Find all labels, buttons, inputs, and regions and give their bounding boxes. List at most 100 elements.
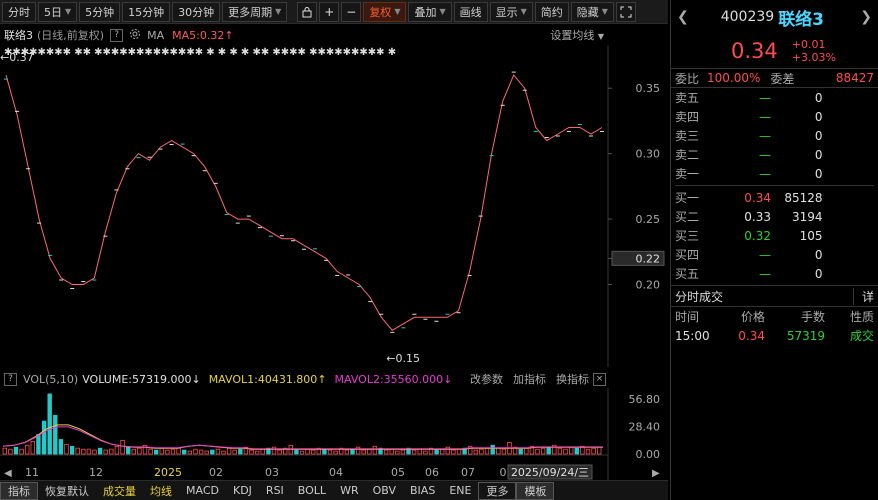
chevron-right-icon[interactable]: ❯ [860, 9, 872, 25]
tab-volume[interactable]: 成交量 [96, 482, 143, 500]
tick-price: 0.34 [738, 328, 765, 343]
tab-obv[interactable]: OBV [366, 482, 403, 500]
bid-level: 买四 [675, 248, 700, 262]
col-nature: 性质 [849, 310, 874, 324]
volume-bar [215, 448, 221, 455]
price-chart[interactable]: 0.35 0.30 0.25 0.22 0.20 ✱✱✱✱✱✱✱✱ ✱✱ ✱✱✱✱✱✱✱✱… [0, 45, 668, 367]
tab-indicator[interactable]: 指标 [0, 481, 38, 500]
x-axis-tick: 0 [500, 466, 507, 479]
period-tab-5min[interactable]: 5分钟 [79, 1, 121, 22]
gear-icon[interactable] [129, 28, 141, 43]
scroll-right-icon[interactable]: ▶ [652, 468, 660, 479]
volume-bar [249, 449, 254, 455]
ask-row: 卖三 — 0 [675, 126, 874, 145]
adjust-label: 复权 [369, 5, 392, 19]
tab-wr[interactable]: WR [333, 482, 366, 500]
tab-template[interactable]: 模板 [516, 481, 555, 500]
volume-bar [496, 447, 501, 455]
volume-bar [153, 449, 159, 455]
price-axis-tick: 0.30 [636, 148, 661, 161]
hide-dropdown[interactable]: 隐藏 ▼ [570, 1, 614, 22]
tab-macd[interactable]: MACD [179, 482, 226, 500]
chart-stock-name: 联络3 [4, 29, 33, 42]
simple-mode-button[interactable]: 简约 [534, 1, 569, 22]
period-tab-intraday[interactable]: 分时 [2, 1, 36, 22]
volume-bar [456, 448, 462, 455]
bid-volume: 105 [799, 228, 823, 243]
volume-chart[interactable]: 56.80 28.40 0.00 11 12 2025 02 03 04 05 06 07 0 2025/… [0, 388, 668, 480]
adjust-dropdown[interactable]: 复权 ▼ [363, 1, 407, 22]
volume-bar [137, 447, 142, 455]
volume-bar [64, 443, 69, 455]
tab-restore-default[interactable]: 恢复默认 [38, 482, 96, 500]
ticks-detail-button[interactable]: 详 [852, 287, 874, 305]
help-icon[interactable]: ? [4, 372, 17, 386]
period-more-label: 更多周期 [228, 5, 273, 19]
minus-icon[interactable]: − [341, 1, 362, 22]
volume-bar [30, 441, 35, 455]
overlay-dropdown[interactable]: 叠加 ▼ [408, 1, 452, 22]
ma5-line [5, 74, 603, 331]
bid-volume: 0 [814, 266, 823, 281]
tab-boll[interactable]: BOLL [291, 482, 333, 500]
tab-ene[interactable]: ENE [442, 482, 478, 500]
period-tab-15min[interactable]: 15分钟 [122, 1, 171, 22]
volume-bar [367, 448, 372, 455]
volume-bar [395, 450, 400, 455]
period-tab-more[interactable]: 更多周期 ▼ [222, 1, 288, 22]
volume-bar [383, 449, 389, 455]
tab-more[interactable]: 更多 [478, 481, 517, 500]
price-change-pct: +3.03% [791, 51, 836, 64]
volume-axis-tick: 0.00 [636, 448, 661, 461]
volume-axis-tick: 56.80 [629, 393, 661, 406]
plus-icon[interactable]: + [319, 1, 340, 22]
tick-time: 15:00 [675, 328, 710, 343]
bid-volume: 85128 [784, 190, 823, 205]
col-price: 价格 [740, 310, 765, 324]
volume-bar [350, 448, 355, 455]
mavol1-value: MAVOL1:40431.800↑ [209, 373, 327, 386]
volume-bar [75, 447, 80, 455]
lock-icon[interactable] [297, 1, 318, 22]
period-tab-30min[interactable]: 30分钟 [172, 1, 221, 22]
draw-line-button[interactable]: 画线 [453, 1, 488, 22]
scroll-left-icon[interactable]: ◀ [4, 468, 12, 479]
add-indicator-link[interactable]: 加指标 [513, 371, 546, 387]
volume-bar [299, 450, 305, 455]
bid-level: 买一 [675, 191, 700, 205]
close-icon[interactable]: × [593, 372, 606, 386]
volume-bar [439, 448, 445, 455]
volume-bar [165, 449, 170, 455]
x-axis-tick: 12 [89, 466, 103, 479]
volume-bar [524, 447, 529, 455]
bid-price: — [759, 266, 771, 281]
volume-bar [327, 449, 333, 455]
volume-bar [434, 449, 439, 455]
expand-icon[interactable] [615, 1, 636, 22]
edit-params-link[interactable]: 改参数 [470, 371, 503, 387]
volume-bar [226, 447, 232, 455]
volume-bar [81, 448, 86, 455]
help-icon[interactable]: ? [110, 28, 124, 42]
tab-bias[interactable]: BIAS [403, 482, 442, 500]
tab-kdj[interactable]: KDJ [226, 482, 259, 500]
volume-bar [501, 448, 507, 455]
crosshair-date: 2025/09/24/三 [511, 466, 589, 479]
volume-bar [92, 449, 97, 455]
volume-bar [389, 448, 394, 455]
ma-settings-dropdown[interactable]: 设置均线 ▼ [550, 27, 604, 43]
volume-bar [574, 447, 579, 455]
display-dropdown[interactable]: 显示 ▼ [489, 1, 533, 22]
volume-bar [109, 448, 114, 455]
chevron-left-icon[interactable]: ❮ [677, 9, 689, 25]
switch-indicator-link[interactable]: 换指标 [556, 371, 589, 387]
tab-ma[interactable]: 均线 [143, 482, 179, 500]
price-axis-tick: 0.20 [636, 279, 661, 292]
volume-bar [159, 447, 164, 455]
volume-bar [451, 449, 456, 455]
ask-level: 卖一 [675, 167, 700, 181]
period-tab-5day[interactable]: 5日 ▼ [38, 1, 78, 22]
volume-bar [254, 450, 260, 455]
tab-rsi[interactable]: RSI [259, 482, 291, 500]
volume-bar [423, 450, 428, 455]
